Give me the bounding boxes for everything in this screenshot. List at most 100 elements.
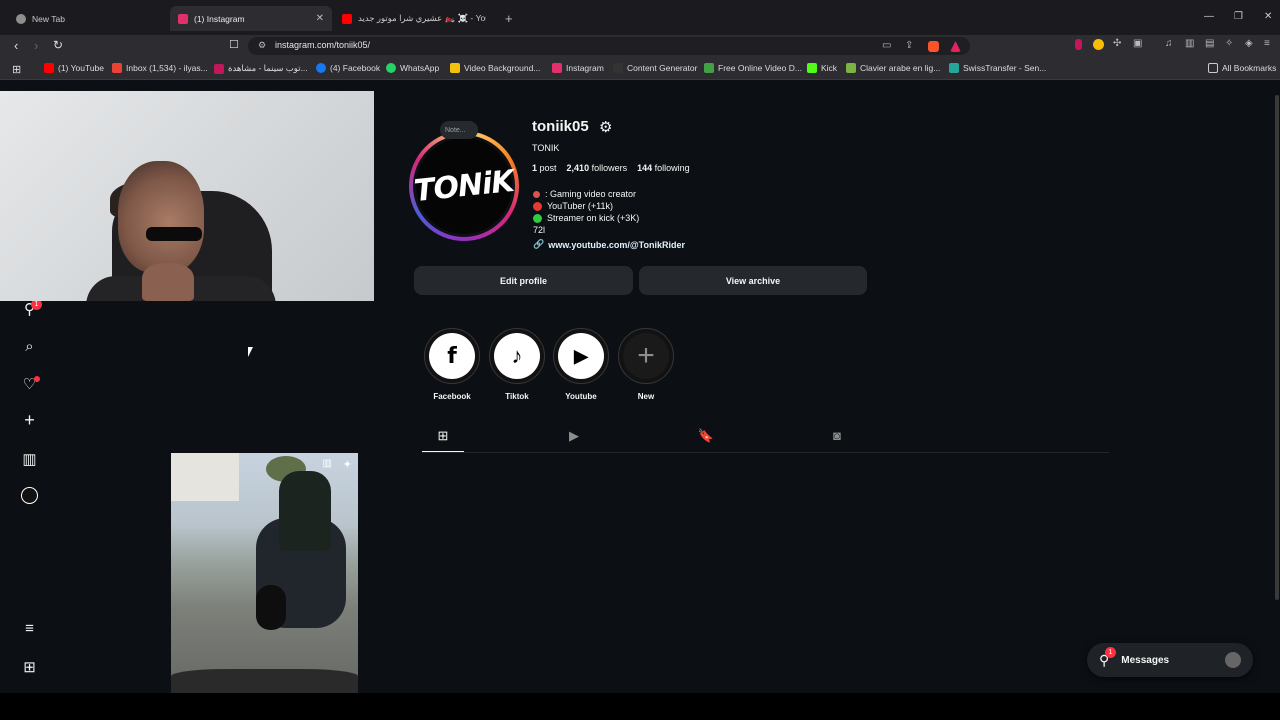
tab-new-tab[interactable]: New Tab: [8, 6, 168, 31]
reel-icon: ▥: [322, 458, 332, 469]
brave-shields-icon[interactable]: [928, 41, 939, 52]
address-bar[interactable]: ⚙ instagram.com/toniik05/ ▭ ⇪: [248, 37, 970, 55]
extension-icon[interactable]: [1075, 39, 1082, 50]
profile-stats: 1 post 2,410 followers 144 following: [532, 163, 690, 173]
plus-icon: +: [623, 333, 669, 379]
pin-icon: ✦: [342, 459, 352, 471]
instagram-icon: [178, 13, 188, 24]
leo-ai-icon[interactable]: ✧: [1225, 38, 1233, 49]
profile-link[interactable]: 🔗 www.youtube.com/@TonikRider: [533, 239, 685, 250]
bookmark-item[interactable]: Inbox (1,534) - ilyas...: [112, 63, 208, 73]
following-stat[interactable]: 144 following: [637, 163, 690, 173]
tab-reels-icon[interactable]: ▶: [553, 428, 595, 444]
highlight-tiktok[interactable]: ♪ Tiktok: [489, 328, 545, 401]
tab-posts-grid-icon[interactable]: ⊞: [422, 428, 464, 444]
site-icon: [450, 63, 460, 73]
highlight-youtube[interactable]: ▶ Youtube: [553, 328, 609, 401]
vpn-icon[interactable]: ◈: [1245, 38, 1253, 49]
tab-instagram[interactable]: (1) Instagram ✕: [170, 6, 332, 31]
bookmark-item[interactable]: SwissTransfer - Sen...: [949, 63, 1046, 73]
folder-icon: [1208, 63, 1218, 73]
highlight-new[interactable]: + New: [618, 328, 674, 401]
profile-username: toniik05: [532, 118, 589, 135]
bookmark-item[interactable]: Video Background...: [450, 63, 540, 73]
kick-icon: [807, 63, 817, 73]
tabs-divider: [422, 452, 1109, 453]
back-icon[interactable]: ‹: [14, 38, 18, 53]
note-bubble[interactable]: Note...: [440, 121, 478, 139]
site-icon: [214, 63, 224, 74]
wallet-icon[interactable]: ▤: [1205, 38, 1214, 49]
forward-icon[interactable]: ›: [34, 38, 38, 53]
scrollbar-thumb[interactable]: [1275, 95, 1279, 600]
bookmark-item[interactable]: (1) YouTube: [44, 63, 104, 73]
site-info-icon[interactable]: ⚙: [258, 40, 266, 51]
cast-icon[interactable]: ▭: [882, 40, 891, 51]
settings-gear-icon[interactable]: ⚙: [599, 118, 612, 136]
create-icon[interactable]: +: [21, 410, 38, 430]
tab-tagged-icon[interactable]: ◙: [816, 428, 858, 443]
bookmark-item[interactable]: Clavier arabe en lig...: [846, 63, 940, 73]
screenshot-icon[interactable]: ▣: [1133, 38, 1142, 49]
bookmark-item[interactable]: Kick: [807, 63, 837, 73]
profile-bio: : Gaming video creator YouTuber (+11k) S…: [533, 188, 639, 236]
extension-icon[interactable]: [1093, 39, 1104, 50]
media-icon[interactable]: ♫: [1165, 38, 1173, 49]
search-icon[interactable]: ⌕: [21, 338, 38, 355]
extensions-puzzle-icon[interactable]: ✣: [1113, 38, 1121, 49]
followers-stat[interactable]: 2,410 followers: [567, 163, 628, 173]
brave-rewards-icon[interactable]: [950, 41, 961, 52]
reload-icon[interactable]: ↻: [53, 38, 63, 52]
profile-full-name: TONIK: [532, 143, 560, 153]
tab-youtube[interactable]: عشيري شرا موتور جديد 🏍️ ☠️ - YouTube: [334, 6, 494, 31]
new-tab-button[interactable]: +: [505, 11, 513, 26]
bio-line: Streamer on kick (+3K): [533, 212, 639, 224]
bookmark-item[interactable]: توب سينما - مشاهدة...: [214, 63, 308, 74]
joystick-icon: [533, 190, 540, 198]
whatsapp-icon: [386, 63, 396, 73]
no-entry-icon: [533, 201, 542, 211]
all-bookmarks[interactable]: All Bookmarks: [1208, 63, 1276, 73]
site-icon: [949, 63, 959, 73]
messages-button[interactable]: ⚲ 1 Messages: [1087, 643, 1253, 677]
profile-avatar-icon[interactable]: [21, 487, 38, 504]
menu-icon[interactable]: ≡: [1264, 38, 1270, 49]
facebook-icon: [316, 63, 326, 73]
dashboard-icon[interactable]: ▥: [21, 450, 38, 468]
more-menu-icon[interactable]: ≡: [21, 620, 38, 637]
posts-stat: 1 post: [532, 163, 557, 173]
mouse-cursor: [248, 347, 258, 357]
gmail-icon: [112, 63, 122, 73]
tab-strip: New Tab (1) Instagram ✕ عشيري شرا موتور …: [0, 0, 1280, 35]
bio-line: : Gaming video creator: [533, 188, 639, 200]
apps-icon[interactable]: ⊞: [12, 63, 21, 76]
edit-profile-button[interactable]: Edit profile: [414, 266, 633, 295]
site-icon: [846, 63, 856, 73]
profile-avatar[interactable]: TONiK: [413, 135, 515, 237]
youtube-icon: [342, 13, 352, 24]
active-tab-indicator: [422, 451, 464, 452]
close-tab-icon[interactable]: ✕: [316, 13, 324, 24]
bookmark-item[interactable]: Free Online Video D...: [704, 63, 802, 73]
url-text: instagram.com/toniik05/: [275, 40, 371, 50]
bookmarks-bar: ⊞ (1) YouTube Inbox (1,534) - ilyas... ت…: [0, 57, 1280, 80]
threads-icon[interactable]: ⊞: [21, 658, 38, 676]
bookmark-item[interactable]: (4) Facebook: [316, 63, 380, 73]
green-circle-icon: [533, 213, 542, 223]
sidebar-icon[interactable]: ▥: [1185, 38, 1194, 49]
share-icon[interactable]: ⇪: [905, 40, 913, 51]
view-archive-button[interactable]: View archive: [639, 266, 867, 295]
webcam-overlay: [0, 91, 374, 301]
youtube-icon: [44, 63, 54, 73]
bookmark-icon[interactable]: ☐: [229, 38, 239, 51]
bookmark-item[interactable]: Instagram: [552, 63, 604, 73]
post-thumbnail[interactable]: ▥ ✦: [171, 453, 358, 693]
close-window-icon[interactable]: ✕: [1264, 11, 1272, 22]
bookmark-item[interactable]: WhatsApp: [386, 63, 439, 73]
minimize-icon[interactable]: —: [1204, 11, 1214, 22]
tab-saved-icon[interactable]: 🔖: [685, 428, 727, 444]
restore-icon[interactable]: ❐: [1234, 11, 1243, 22]
facebook-icon: f: [429, 333, 475, 379]
highlight-facebook[interactable]: f Facebook: [424, 328, 480, 401]
bookmark-item[interactable]: Content Generator: [613, 63, 697, 73]
